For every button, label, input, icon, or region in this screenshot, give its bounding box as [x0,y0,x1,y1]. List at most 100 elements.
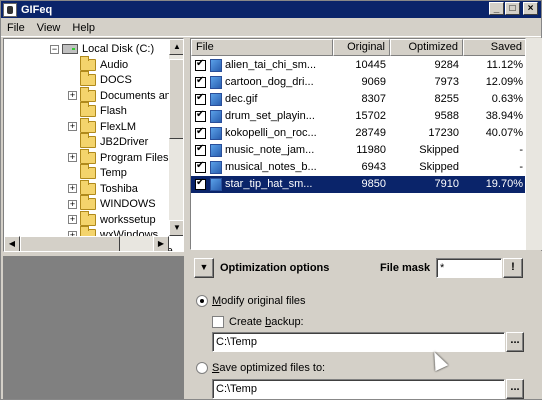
backup-path-input[interactable]: C:\Temp [212,332,505,352]
file-saved-percent: - [519,161,523,173]
hscroll-thumb[interactable] [20,236,120,251]
expand-icon[interactable]: + [68,215,77,224]
expand-icon[interactable]: + [68,122,77,131]
file-row[interactable]: drum_set_playin... 15702 9588 38.94% [191,108,525,125]
file-name: dec.gif [225,93,258,105]
title-bar[interactable]: GIFeq _ □ × [1,1,541,18]
gif-file-icon [210,93,222,106]
file-saved-percent: 12.09% [485,76,523,88]
tree-item[interactable]: − Local Disk (C:) [50,41,154,57]
file-row[interactable]: kokopelli_on_roc... 28749 17230 40.07% [191,125,525,142]
folder-icon [80,71,96,86]
file-mask-input[interactable]: * [436,258,502,278]
file-original-size: 6943 [361,161,386,173]
col-header-original[interactable]: Original [333,39,390,56]
save-to-radio[interactable] [196,362,208,374]
gif-file-icon [210,144,222,157]
create-backup-label: Create backup: [229,316,304,328]
file-row[interactable]: star_tip_hat_sm... 9850 7910 19.70% [191,176,525,193]
scroll-down-icon[interactable]: ▼ [169,220,183,236]
empty-panel [3,256,184,399]
col-header-saved[interactable]: Saved [463,39,525,56]
create-backup-checkbox[interactable] [212,316,224,328]
menu-file[interactable]: File [1,22,31,34]
tree-item[interactable]: Audio [68,55,128,73]
scroll-up-icon[interactable]: ▲ [169,39,183,55]
file-row[interactable]: cartoon_dog_dri... 9069 7973 12.09% [191,74,525,91]
file-saved-percent: 0.63% [491,93,523,105]
file-original-size: 10445 [355,59,386,71]
file-optimized-size: 9284 [434,59,459,71]
window-title: GIFeq [21,3,53,16]
file-optimized-size: 9588 [434,110,459,122]
hard-drive-icon [62,44,78,54]
file-include-checkbox[interactable] [195,126,206,139]
tree-item[interactable]: + FlexLM [68,117,136,135]
menu-bar: File View Help [1,19,541,37]
tree-item[interactable]: Temp [68,164,127,181]
expand-icon[interactable]: + [68,184,77,193]
gif-file-icon [210,110,222,123]
col-header-file[interactable]: File [191,39,333,56]
file-row[interactable]: dec.gif 8307 8255 0.63% [191,91,525,108]
file-optimized-size: 7910 [434,178,459,190]
file-saved-percent: 38.94% [485,110,523,122]
folder-icon [80,210,96,226]
apply-mask-button[interactable]: ! [503,258,523,278]
file-name: musical_notes_b... [225,161,317,173]
scroll-left-icon[interactable]: ◀ [4,236,20,251]
scroll-right-icon[interactable]: ▶ [153,236,169,251]
file-include-checkbox[interactable] [195,75,206,88]
file-include-checkbox[interactable] [195,58,206,71]
file-include-checkbox[interactable] [195,109,206,122]
file-include-checkbox[interactable] [195,160,206,173]
modify-original-radio[interactable] [196,295,208,307]
file-row[interactable]: musical_notes_b... 6943 Skipped - [191,159,525,176]
file-name: alien_tai_chi_sm... [225,59,317,71]
browse-backup-button[interactable]: ... [506,332,524,352]
menu-view[interactable]: View [31,22,67,34]
file-include-checkbox[interactable] [195,177,206,190]
expand-icon[interactable]: + [68,199,77,209]
file-optimized-size: Skipped [419,161,459,173]
gif-file-icon [210,76,222,89]
tree-item[interactable]: + Toshiba [68,179,138,197]
options-title: Optimization options [220,262,330,274]
tree-item-label: Local Disk (C:) [82,43,155,55]
options-panel: ▼ Optimization options File mask * ! Mod… [190,251,542,399]
close-button[interactable]: × [523,2,538,15]
file-saved-percent: 40.07% [485,127,523,139]
file-list[interactable]: File Original Optimized Saved alien_tai_… [190,38,526,250]
scroll-thumb[interactable] [169,59,183,139]
file-list-scrollbar[interactable] [526,38,542,250]
file-row[interactable]: alien_tai_chi_sm... 10445 9284 11.12% [191,57,525,74]
file-include-checkbox[interactable] [195,92,206,105]
col-header-optimized[interactable]: Optimized [390,39,463,56]
file-original-size: 28749 [355,127,386,139]
file-original-size: 9069 [361,76,386,88]
tree-vertical-scrollbar[interactable]: ▲ ▼ [169,39,183,236]
tree-item-label: Temp [100,167,127,179]
browse-save-button[interactable]: ... [506,379,524,399]
maximize-button[interactable]: □ [505,2,520,15]
file-row[interactable]: music_note_jam... 11980 Skipped - [191,142,525,159]
tree-item-label: WINDOWS [100,198,156,210]
tree-item[interactable]: DOCS [68,71,132,88]
menu-help[interactable]: Help [66,22,101,34]
expand-icon[interactable]: + [68,91,77,100]
collapse-icon[interactable]: − [50,44,59,54]
app-icon [3,2,17,17]
expand-icon[interactable]: + [68,153,77,162]
collapse-options-button[interactable]: ▼ [194,258,214,278]
tree-item[interactable]: Flash [68,102,127,119]
tree-item-label: Flash [100,105,127,117]
save-path-input[interactable]: C:\Temp [212,379,505,399]
file-original-size: 15702 [355,110,386,122]
file-include-checkbox[interactable] [195,143,206,156]
folder-icon [80,133,96,148]
minimize-button[interactable]: _ [489,2,504,15]
folder-icon [80,179,96,195]
folder-tree[interactable]: − Local Disk (C:) Audio DOCS + Documents and … [3,38,184,252]
splitter[interactable] [185,38,189,399]
tree-horizontal-scrollbar[interactable]: ◀ ▶ [4,236,169,251]
